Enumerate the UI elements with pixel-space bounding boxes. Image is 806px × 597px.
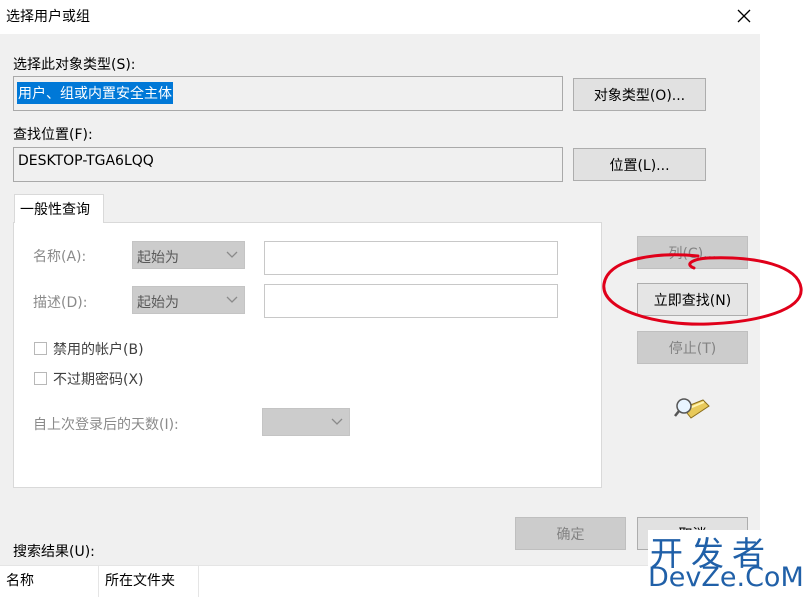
description-mode-value: 起始为 (137, 295, 179, 311)
search-flashlight-icon (674, 398, 710, 419)
chevron-down-icon (226, 251, 238, 258)
watermark-text-line2: DevZe.CoM (648, 562, 804, 593)
disabled-accounts-label: 禁用的帐户(B) (53, 342, 144, 358)
stop-button[interactable]: 停止(T) (637, 331, 748, 364)
description-mode-select[interactable]: 起始为 (132, 286, 245, 314)
name-mode-select[interactable]: 起始为 (132, 241, 245, 269)
column-name-header[interactable]: 名称 (6, 570, 34, 590)
ok-button[interactable]: 确定 (515, 517, 626, 550)
non-expiring-password-checkbox[interactable] (34, 372, 47, 385)
annotation-circle (602, 253, 803, 326)
location-field[interactable]: DESKTOP-TGA6LQQ (13, 147, 563, 182)
tab-common-queries-label: 一般性查询 (20, 202, 90, 218)
description-label: 描述(D): (33, 295, 88, 311)
column-separator[interactable] (198, 566, 199, 597)
column-folder-header[interactable]: 所在文件夹 (105, 570, 175, 590)
location-value: DESKTOP-TGA6LQQ (18, 153, 154, 169)
days-since-logon-select[interactable] (262, 408, 350, 436)
close-icon (737, 9, 751, 23)
object-types-button[interactable]: 对象类型(O)... (573, 78, 706, 111)
object-type-label: 选择此对象类型(S): (13, 57, 136, 73)
name-input[interactable] (264, 241, 558, 275)
locations-button[interactable]: 位置(L)... (573, 148, 706, 181)
chevron-down-icon (331, 418, 343, 425)
non-expiring-password-label: 不过期密码(X) (53, 372, 144, 388)
location-label: 查找位置(F): (13, 127, 93, 143)
column-separator[interactable] (98, 566, 99, 597)
name-label: 名称(A): (33, 249, 87, 265)
window-title: 选择用户或组 (6, 9, 90, 25)
search-results-label: 搜索结果(U): (13, 544, 95, 560)
object-type-value: 用户、组或内置安全主体 (17, 82, 173, 104)
description-input[interactable] (264, 284, 558, 318)
days-since-logon-label: 自上次登录后的天数(I): (33, 417, 179, 433)
name-mode-value: 起始为 (137, 250, 179, 266)
title-bar (0, 0, 806, 34)
object-type-field[interactable]: 用户、组或内置安全主体 (13, 76, 563, 111)
close-button[interactable] (728, 0, 760, 32)
disabled-accounts-checkbox[interactable] (34, 342, 47, 355)
chevron-down-icon (226, 296, 238, 303)
